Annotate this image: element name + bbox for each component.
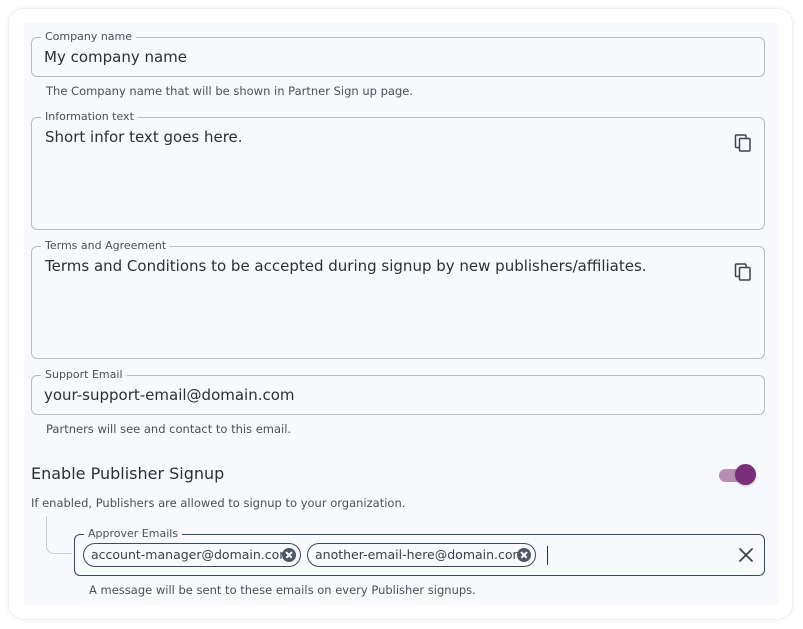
email-chip[interactable]: another-email-here@domain.com [307, 543, 536, 567]
email-chip-label: account-manager@domain.com [91, 547, 292, 562]
email-chip[interactable]: account-manager@domain.com [83, 543, 301, 567]
close-icon[interactable] [738, 547, 754, 563]
approver-emails-helper: A message will be sent to these emails o… [89, 583, 476, 597]
company-name-helper: The Company name that will be shown in P… [46, 84, 413, 98]
support-email-helper: Partners will see and contact to this em… [46, 422, 292, 436]
support-email-field[interactable]: Support Email your-support-email@domain.… [31, 368, 765, 415]
company-name-label: Company name [41, 30, 137, 44]
remove-chip-icon[interactable] [282, 548, 296, 562]
information-text-field[interactable]: Information text Short infor text goes h… [31, 110, 765, 230]
publisher-signup-helper: If enabled, Publishers are allowed to si… [31, 496, 406, 510]
information-text-value: Short infor text goes here. [45, 128, 243, 146]
tree-connector [46, 516, 72, 554]
support-email-value: your-support-email@domain.com [44, 386, 295, 404]
email-chip-label: another-email-here@domain.com [315, 547, 525, 562]
copy-icon[interactable] [733, 133, 753, 153]
company-name-field[interactable]: Company name My company name [31, 30, 765, 77]
toggle-thumb [735, 464, 756, 485]
remove-chip-icon[interactable] [517, 548, 531, 562]
publisher-signup-toggle[interactable] [718, 463, 758, 487]
terms-value: Terms and Conditions to be accepted duri… [45, 257, 647, 275]
support-email-label: Support Email [41, 368, 127, 382]
company-name-value: My company name [44, 48, 188, 66]
copy-icon[interactable] [733, 262, 753, 282]
publisher-signup-title: Enable Publisher Signup [31, 464, 225, 483]
terms-field[interactable]: Terms and Agreement Terms and Conditions… [31, 239, 765, 359]
approver-emails-label: Approver Emails [84, 527, 183, 541]
text-caret [547, 546, 548, 565]
information-text-label: Information text [41, 110, 138, 124]
approver-emails-field[interactable]: Approver Emails account-manager@domain.c… [74, 527, 765, 576]
terms-label: Terms and Agreement [41, 239, 171, 253]
